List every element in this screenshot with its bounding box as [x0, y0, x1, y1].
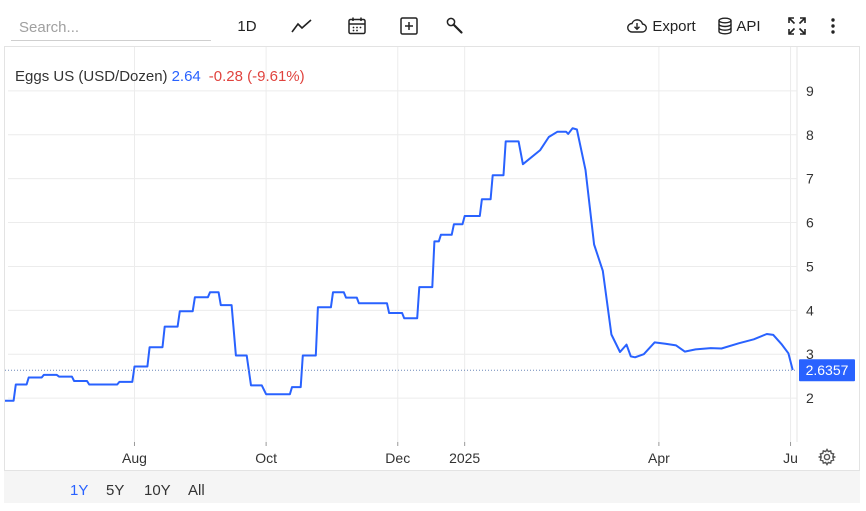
- range-selector: 1Y 5Y 10Y All: [4, 470, 860, 503]
- legend-change: -0.28 (-9.61%): [208, 68, 305, 85]
- y-tick-label: 2: [806, 390, 814, 406]
- range-all-button[interactable]: All: [188, 482, 205, 499]
- last-price-label: 2.6357: [806, 362, 849, 378]
- legend-last-value: 2.64: [171, 68, 201, 85]
- x-tick-label: Dec: [385, 450, 410, 466]
- x-tick-label: Oct: [255, 450, 277, 466]
- range-5y-button[interactable]: 5Y: [106, 482, 124, 499]
- range-10y-button[interactable]: 10Y: [144, 482, 171, 499]
- y-axis: 23456789: [806, 83, 814, 406]
- x-tick-label: Aug: [122, 450, 147, 466]
- y-tick-label: 8: [806, 127, 814, 143]
- y-tick-label: 7: [806, 171, 814, 187]
- chart-settings-button[interactable]: [817, 448, 837, 471]
- x-tick-label: Apr: [648, 450, 670, 466]
- legend-name: Eggs US (USD/Dozen): [15, 68, 168, 85]
- x-axis: Aug Oct Dec 2025 Apr Ju: [122, 442, 798, 466]
- y-tick-label: 5: [806, 258, 814, 274]
- x-tick-label: Ju: [783, 450, 798, 466]
- chart-legend: Eggs US (USD/Dozen) 2.64 -0.28 (-9.61%): [15, 68, 305, 85]
- x-tick-label: 2025: [449, 450, 480, 466]
- series-line-0: [5, 127, 794, 402]
- y-tick-label: 9: [806, 83, 814, 99]
- y-tick-label: 4: [806, 302, 814, 318]
- gear-icon: [817, 448, 837, 466]
- y-tick-label: 6: [806, 215, 814, 231]
- series-layer: [5, 127, 794, 402]
- range-1y-button[interactable]: 1Y: [70, 482, 88, 499]
